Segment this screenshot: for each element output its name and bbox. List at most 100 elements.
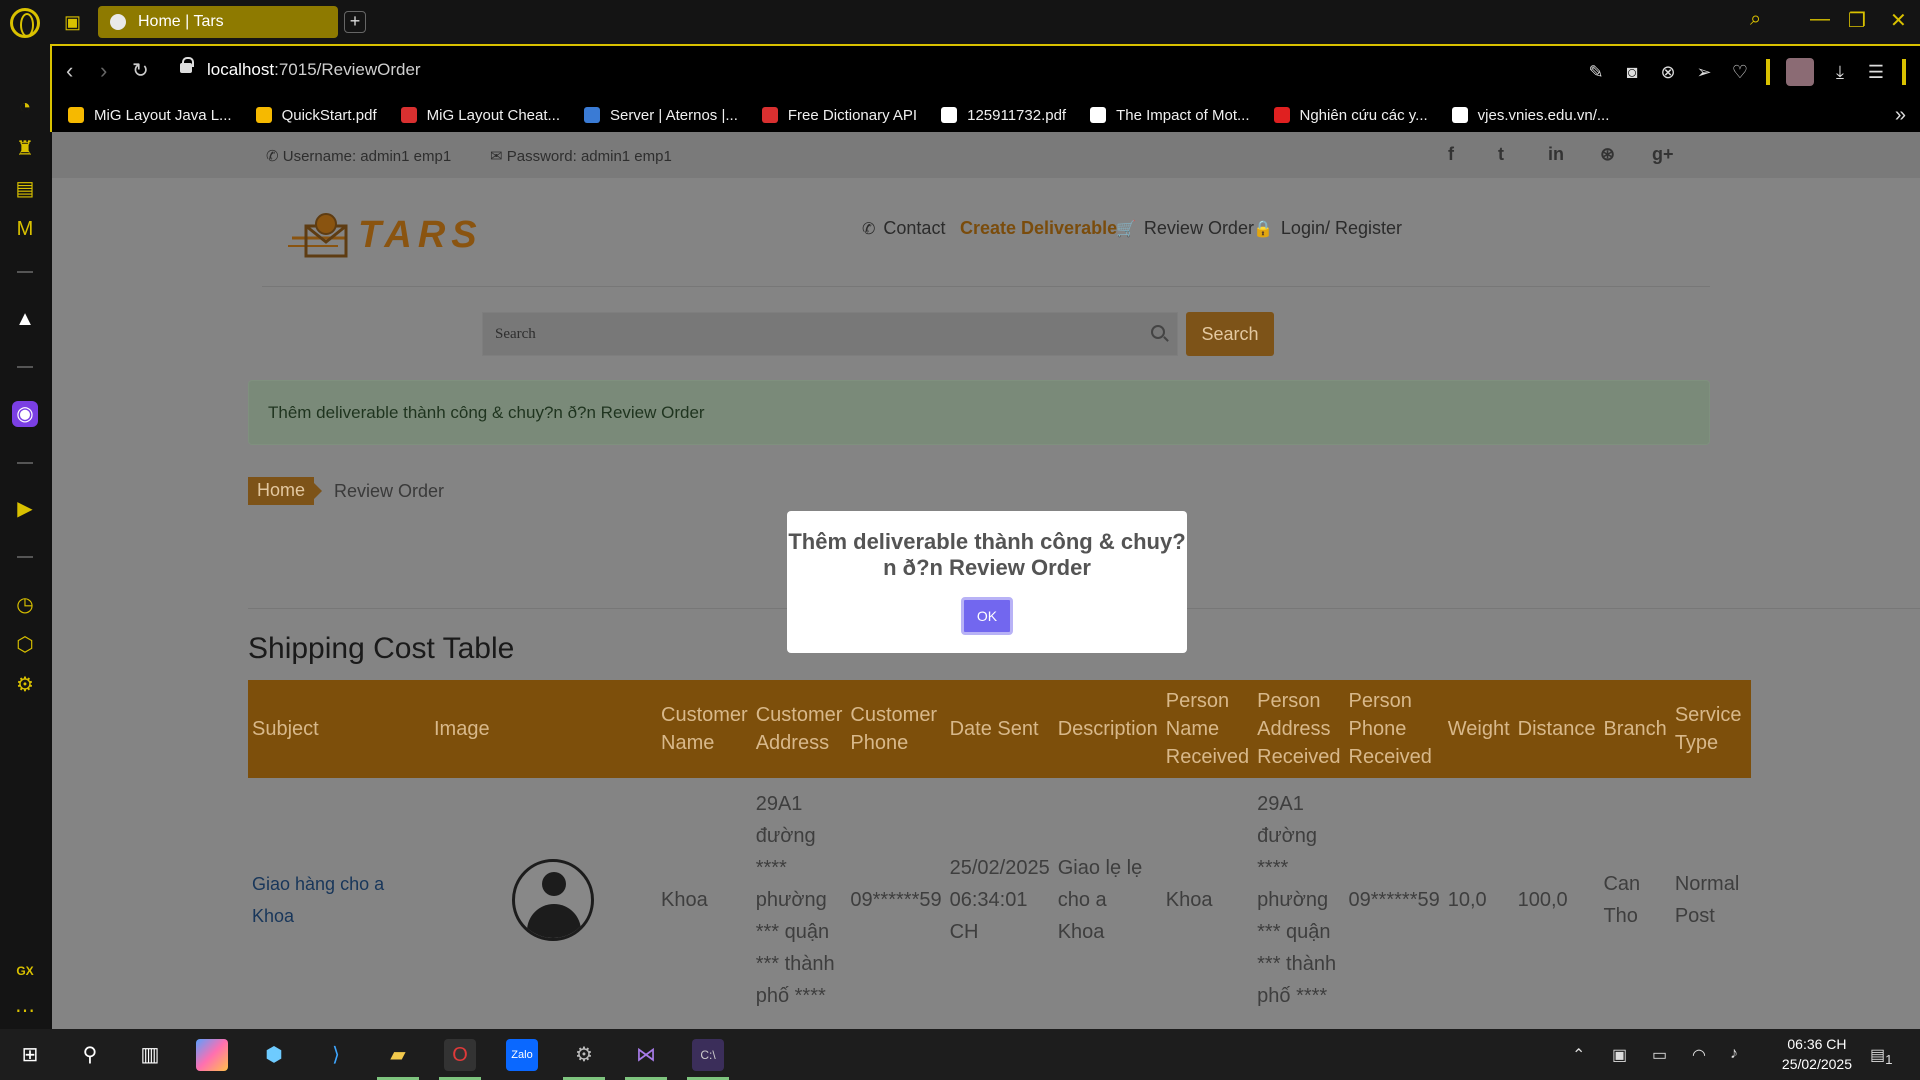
opera-logo-icon[interactable] (10, 8, 40, 38)
player-icon[interactable]: ▶ (12, 496, 38, 522)
envelope-logo-icon (288, 213, 348, 258)
bookmark-item[interactable]: 125911732.pdf (941, 107, 1066, 124)
gmail-icon[interactable]: M (12, 216, 38, 242)
twitch-icon[interactable]: ▤ (12, 176, 38, 202)
camera-icon[interactable]: ◙ (1622, 62, 1642, 83)
bookmark-item[interactable]: MiG Layout Java L... (68, 107, 232, 124)
zalo-icon[interactable]: Zalo (506, 1039, 538, 1071)
col-header: Description (1057, 718, 1158, 740)
breadcrumb-home[interactable]: Home (248, 477, 323, 505)
visual-studio-icon[interactable]: ⋈ (630, 1039, 662, 1071)
alert-dialog: Thêm deliverable thành công & chuy?n ð?n… (787, 511, 1187, 653)
col-header: Person Address Received (1257, 690, 1341, 768)
ok-button[interactable]: OK (961, 597, 1013, 635)
cell-date-sent: 25/02/2025 06:34:01 CH (949, 857, 1050, 943)
bookmark-item[interactable]: Free Dictionary API (761, 107, 917, 124)
easy-setup-icon[interactable]: ☰ (1866, 62, 1886, 83)
table-row: Giao hàng cho a Khoa Khoa 29A1 đường ***… (248, 778, 1751, 1022)
bookmark-item[interactable]: vjes.vnies.edu.vn/... (1451, 107, 1609, 124)
cell-person-phone: 09******59 (1348, 889, 1440, 911)
phone-icon: ✆ (862, 220, 876, 238)
tray-expand-icon[interactable]: ⌃ (1572, 1045, 1585, 1065)
bookmarks-overflow-icon[interactable]: » (1895, 104, 1906, 127)
bookmark-item[interactable]: MiG Layout Cheat... (400, 107, 560, 124)
restore-button[interactable]: ❐ (1848, 8, 1866, 33)
vscode-icon[interactable]: ⟩ (320, 1039, 352, 1071)
profile-avatar[interactable] (1786, 58, 1814, 86)
more-icon[interactable]: ⋯ (12, 998, 38, 1024)
back-icon[interactable]: ‹ (66, 58, 73, 84)
nav-review-order[interactable]: 🛒 Review Order (1116, 218, 1254, 239)
bookmark-item[interactable]: Server | Aternos |... (584, 107, 738, 124)
lock-icon[interactable] (180, 57, 194, 73)
gx-icon[interactable]: GX (12, 958, 38, 984)
clock-date: 25/02/2025 (1781, 1056, 1852, 1072)
edit-icon[interactable]: ✎ (1586, 62, 1606, 83)
linkedin-icon[interactable]: in (1548, 144, 1564, 165)
extensions-icon[interactable]: ⬡ (12, 632, 38, 658)
aria-icon[interactable]: ▲ (12, 306, 38, 332)
gx-corner-icon[interactable]: ♜ (12, 136, 38, 162)
settings-icon[interactable]: ⚙ (12, 672, 38, 698)
wifi-icon[interactable]: ◠ (1692, 1045, 1706, 1065)
volume-icon[interactable]: ♪ (1730, 1045, 1738, 1063)
twitter-icon[interactable]: t (1498, 144, 1504, 165)
battery-icon[interactable]: ▭ (1652, 1045, 1667, 1065)
tars-logo[interactable]: TARS (288, 208, 498, 262)
send-icon[interactable]: ➢ (1694, 62, 1714, 83)
nav-create-label: Create Deliverable (960, 218, 1118, 238)
heart-icon[interactable]: ♡ (1730, 62, 1750, 83)
col-header: Image (434, 718, 490, 740)
box-app-icon[interactable]: ⬢ (258, 1039, 290, 1071)
minimize-button[interactable]: — (1810, 8, 1830, 31)
forward-icon[interactable]: › (100, 58, 107, 84)
col-header: Distance (1517, 718, 1596, 740)
top-info-bar: ✆ Username: admin1 emp1 ✉ Password: admi… (52, 132, 1920, 178)
subject-link[interactable]: Giao hàng cho a Khoa (252, 874, 384, 926)
search-input[interactable] (483, 313, 1177, 355)
nav-login-register[interactable]: 🔒 Login/ Register (1253, 218, 1402, 239)
history-icon[interactable]: ◷ (12, 592, 38, 618)
messenger-icon[interactable]: ◉ (12, 401, 38, 427)
adblock-icon[interactable]: ⊗ (1658, 62, 1678, 83)
windows-start-icon[interactable]: ⊞ (14, 1039, 46, 1071)
url-field[interactable]: localhost:7015/ReviewOrder (207, 60, 421, 80)
bookmark-favicon-icon (1451, 107, 1468, 123)
sidebar-divider (17, 366, 33, 368)
search-icon[interactable]: ⚲ (74, 1039, 106, 1071)
bookmark-item[interactable]: The Impact of Mot... (1090, 107, 1250, 124)
close-window-button[interactable]: ✕ (1890, 8, 1907, 33)
meet-icon[interactable]: ▣ (1612, 1045, 1627, 1065)
cell-branch: Can Tho (1603, 873, 1641, 927)
download-icon[interactable]: ⤓ (1830, 62, 1850, 83)
nav-contact[interactable]: ✆ Contact (862, 218, 945, 239)
table-title: Shipping Cost Table (248, 632, 515, 665)
speed-dial-icon[interactable]: ◔ (12, 94, 38, 120)
file-explorer-icon[interactable]: ▰ (382, 1039, 414, 1071)
dribbble-icon[interactable]: ⊛ (1600, 144, 1615, 165)
facebook-icon[interactable]: f (1448, 144, 1454, 165)
nav-login-label: Login/ Register (1280, 218, 1402, 238)
terminal-icon[interactable]: C:\ (692, 1039, 724, 1071)
notification-icon[interactable]: ▤1 (1870, 1045, 1893, 1067)
copilot-icon[interactable] (196, 1039, 228, 1071)
user-avatar-icon (512, 859, 594, 941)
tab-home-tars[interactable]: Home | Tars (98, 6, 338, 38)
opera-gx-icon[interactable]: O (444, 1039, 476, 1071)
clock[interactable]: 06:36 CH 25/02/2025 (1782, 1034, 1852, 1074)
nav-create-deliverable[interactable]: Create Deliverable (960, 218, 1117, 239)
bookmark-item[interactable]: Nghiên cứu các y... (1273, 107, 1428, 124)
search-button[interactable]: Search (1186, 312, 1274, 356)
cell-description: Giao lẹ lẹ cho a Khoa (1057, 857, 1143, 943)
search-icon[interactable] (1151, 325, 1165, 339)
task-view-icon[interactable]: ▥ (134, 1039, 166, 1071)
tab-islands-icon[interactable]: ▣ (64, 10, 81, 34)
table-header-row: Subject Image Customer Name Customer Add… (248, 680, 1751, 778)
sidebar-divider (17, 556, 33, 558)
reload-icon[interactable]: ↻ (132, 58, 149, 83)
new-tab-button[interactable]: + (344, 11, 366, 33)
search-tabs-icon[interactable]: ⌕ (1750, 8, 1761, 31)
bookmark-item[interactable]: QuickStart.pdf (255, 107, 377, 124)
googleplus-icon[interactable]: g+ (1652, 144, 1674, 165)
settings-gear-icon[interactable]: ⚙ (568, 1039, 600, 1071)
